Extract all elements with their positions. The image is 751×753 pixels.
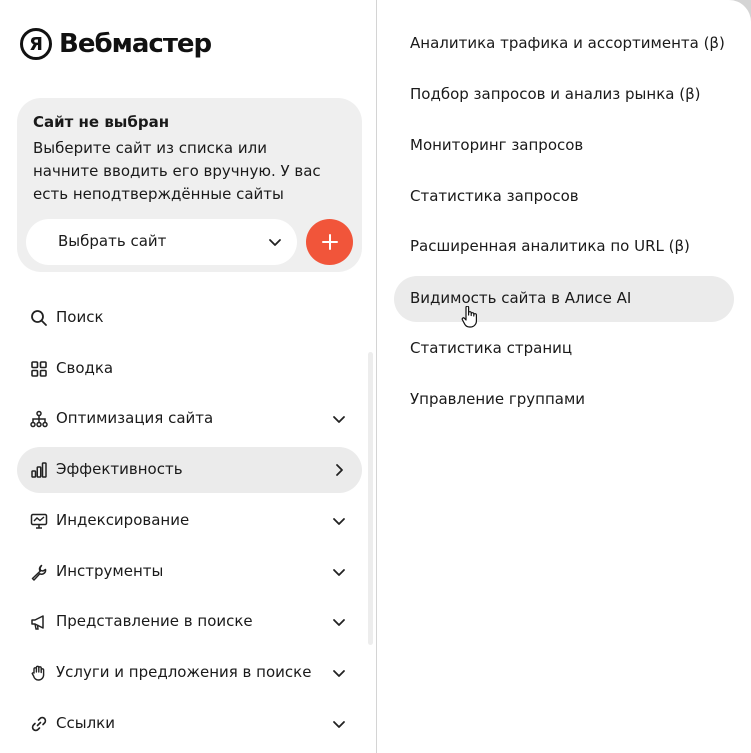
search-icon xyxy=(31,310,47,326)
chevron-down-icon xyxy=(269,239,281,246)
submenu-item-label: Статистика запросов xyxy=(410,187,579,205)
nav-item-label: Поиск xyxy=(56,308,104,326)
plus-icon xyxy=(321,234,338,250)
yandex-logo-icon: Я xyxy=(20,28,52,60)
nav-item-summary[interactable]: Сводка xyxy=(17,346,362,392)
nav-item-indexing[interactable]: Индексирование xyxy=(17,498,362,544)
chevron-down-icon xyxy=(333,670,345,677)
link-icon xyxy=(31,716,47,732)
site-card-title: Сайт не выбран xyxy=(33,113,170,131)
nav-item-services[interactable]: Услуги и предложения в поиске xyxy=(17,650,362,696)
nav-item-label: Инструменты xyxy=(56,562,164,580)
logo[interactable]: Я Вебмастер xyxy=(20,28,212,60)
hand-cursor-icon xyxy=(461,306,477,328)
nav-item-tools[interactable]: Инструменты xyxy=(17,549,362,595)
sitemap-icon xyxy=(30,410,48,428)
megaphone-icon xyxy=(31,615,44,630)
nav-item-label: Представление в поиске xyxy=(56,612,253,630)
wrench-icon xyxy=(31,564,47,581)
chevron-down-icon xyxy=(333,721,345,728)
grid-icon xyxy=(31,361,47,377)
submenu-item-label: Видимость сайта в Алисе AI xyxy=(410,289,632,307)
submenu-item-label: Подбор запросов и анализ рынка (β) xyxy=(410,85,701,103)
bar-chart-icon xyxy=(31,462,47,478)
submenu-item-label: Мониторинг запросов xyxy=(410,136,584,154)
nav-item-label: Оптимизация сайта xyxy=(56,409,214,427)
nav-item-label: Индексирование xyxy=(56,511,190,529)
nav-item-search-presentation[interactable]: Представление в поиске xyxy=(17,599,362,645)
nav-item-links[interactable]: Ссылки xyxy=(17,701,362,747)
efficiency-submenu: Аналитика трафика и ассортимента (β) Под… xyxy=(377,0,751,753)
nav-item-label: Услуги и предложения в поиске xyxy=(56,663,312,681)
sidebar-scrollbar[interactable] xyxy=(368,352,373,645)
chevron-down-icon xyxy=(333,518,345,525)
sidebar: Я Вебмастер Сайт не выбран Выберите сайт… xyxy=(0,0,376,753)
submenu-item-url-analytics[interactable]: Расширенная аналитика по URL (β) xyxy=(394,224,734,270)
submenu-item-traffic-analytics[interactable]: Аналитика трафика и ассортимента (β) xyxy=(394,21,734,67)
nav-item-efficiency[interactable]: Эффективность xyxy=(17,447,362,493)
site-select-dropdown[interactable]: Выбрать сайт xyxy=(26,219,297,265)
site-card-description: Выберите сайт из списка или начните ввод… xyxy=(33,139,321,203)
submenu-item-label: Расширенная аналитика по URL (β) xyxy=(410,237,690,255)
monitor-icon xyxy=(30,513,48,529)
site-select-label: Выбрать сайт xyxy=(58,232,167,250)
chevron-down-icon xyxy=(333,619,345,626)
add-site-button[interactable] xyxy=(306,219,353,265)
nav-item-label: Сводка xyxy=(56,359,114,377)
nav-item-label: Эффективность xyxy=(56,460,183,478)
submenu-item-group-management[interactable]: Управление группами xyxy=(394,377,734,423)
submenu-item-alice-visibility[interactable]: Видимость сайта в Алисе AI xyxy=(394,276,734,322)
hand-icon xyxy=(31,665,45,681)
submenu-item-page-statistics[interactable]: Статистика страниц xyxy=(394,326,734,372)
chevron-down-icon xyxy=(333,569,345,576)
nav-item-site-optimization[interactable]: Оптимизация сайта xyxy=(17,396,362,442)
chevron-right-icon xyxy=(336,464,343,476)
chevron-down-icon xyxy=(333,416,345,423)
nav-item-label: Ссылки xyxy=(56,714,115,732)
submenu-item-query-monitoring[interactable]: Мониторинг запросов xyxy=(394,123,734,169)
nav-item-search[interactable]: Поиск xyxy=(17,295,362,341)
submenu-item-query-selection[interactable]: Подбор запросов и анализ рынка (β) xyxy=(394,72,734,118)
submenu-item-label: Аналитика трафика и ассортимента (β) xyxy=(410,34,725,52)
submenu-item-query-statistics[interactable]: Статистика запросов xyxy=(394,174,734,220)
site-selector-card: Сайт не выбран Выберите сайт из списка и… xyxy=(17,98,362,272)
logo-text: Вебмастер xyxy=(59,29,212,59)
submenu-item-label: Управление группами xyxy=(410,390,586,408)
submenu-item-label: Статистика страниц xyxy=(410,339,573,357)
